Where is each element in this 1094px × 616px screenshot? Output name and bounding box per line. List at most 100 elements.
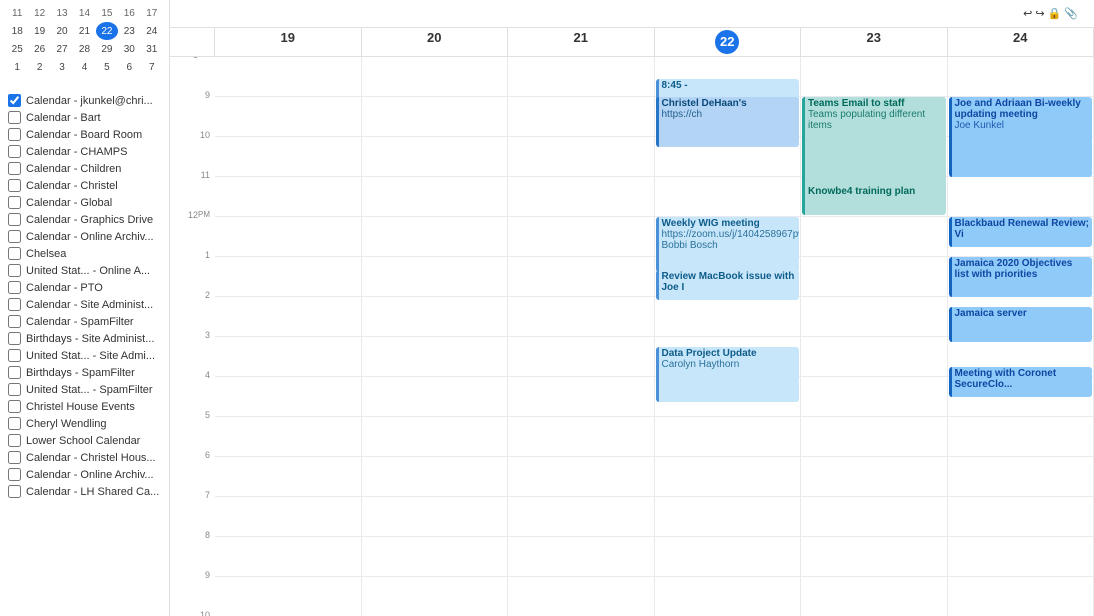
mini-cal-day[interactable]: 19: [28, 22, 50, 40]
calendar-checkbox[interactable]: [8, 468, 21, 481]
calendar-checkbox[interactable]: [8, 247, 21, 260]
hour-cell[interactable]: [508, 537, 654, 577]
hour-cell[interactable]: [655, 457, 801, 497]
calendar-item[interactable]: United Stat... - SpamFilter: [0, 381, 169, 398]
hour-cell[interactable]: [801, 297, 947, 337]
hour-cell[interactable]: [362, 377, 508, 417]
calendar-item[interactable]: Chelsea: [0, 245, 169, 262]
hour-cell[interactable]: [362, 337, 508, 377]
hour-cell[interactable]: [801, 377, 947, 417]
calendar-checkbox[interactable]: [8, 128, 21, 141]
hour-cell[interactable]: [215, 537, 361, 577]
calendar-checkbox[interactable]: [8, 298, 21, 311]
hour-cell[interactable]: [508, 97, 654, 137]
day-header-cell[interactable]: 23: [801, 28, 948, 56]
hour-cell[interactable]: [215, 497, 361, 537]
calendar-item[interactable]: Calendar - SpamFilter: [0, 313, 169, 330]
hour-cell[interactable]: [362, 457, 508, 497]
calendar-checkbox[interactable]: [8, 213, 21, 226]
calendar-checkbox[interactable]: [8, 196, 21, 209]
hour-cell[interactable]: [215, 57, 361, 97]
calendar-checkbox[interactable]: [8, 94, 21, 107]
calendar-item[interactable]: Calendar - Board Room: [0, 126, 169, 143]
hour-cell[interactable]: [508, 497, 654, 537]
hour-cell[interactable]: [948, 537, 1094, 577]
calendar-checkbox[interactable]: [8, 417, 21, 430]
mini-cal-day[interactable]: 21: [73, 22, 95, 40]
mini-cal-day[interactable]: 3: [51, 58, 73, 76]
calendar-event[interactable]: Christel DeHaan'shttps://ch: [656, 97, 800, 147]
hour-cell[interactable]: [508, 377, 654, 417]
hour-cell[interactable]: [508, 257, 654, 297]
calendar-event[interactable]: Teams Email to staffTeams populating dif…: [802, 97, 946, 192]
mini-cal-day[interactable]: 27: [51, 40, 73, 58]
calendar-event[interactable]: Weekly WIG meetinghttps://zoom.us/j/1404…: [656, 217, 800, 272]
calendar-checkbox[interactable]: [8, 162, 21, 175]
calendar-item[interactable]: Calendar - Site Administ...: [0, 296, 169, 313]
hour-cell[interactable]: [655, 537, 801, 577]
day-header-cell[interactable]: 24: [948, 28, 1094, 56]
calendar-event[interactable]: Data Project UpdateCarolyn Haythorn: [656, 347, 800, 402]
calendar-checkbox[interactable]: [8, 349, 21, 362]
mini-cal-day[interactable]: 2: [28, 58, 50, 76]
hour-cell[interactable]: [508, 57, 654, 97]
mini-cal-day[interactable]: 23: [118, 22, 140, 40]
hour-cell[interactable]: [655, 177, 801, 217]
reply-icon[interactable]: ↩: [1023, 7, 1032, 20]
mini-cal-day[interactable]: 4: [73, 58, 95, 76]
calendar-item[interactable]: Calendar - jkunkel@chri...: [0, 92, 169, 109]
mini-cal-day[interactable]: 26: [28, 40, 50, 58]
day-header-cell[interactable]: 22: [655, 28, 802, 56]
hour-cell[interactable]: [948, 497, 1094, 537]
mini-cal-day[interactable]: 29: [96, 40, 118, 58]
hour-cell[interactable]: [508, 457, 654, 497]
hour-cell[interactable]: [948, 417, 1094, 457]
hour-cell[interactable]: [948, 177, 1094, 217]
mini-cal-day[interactable]: 18: [6, 22, 28, 40]
mini-cal-day[interactable]: 31: [141, 40, 163, 58]
mini-cal-day[interactable]: 28: [73, 40, 95, 58]
hour-cell[interactable]: [801, 417, 947, 457]
calendar-checkbox[interactable]: [8, 366, 21, 379]
hour-cell[interactable]: [362, 177, 508, 217]
calendar-event[interactable]: Blackbaud Renewal Review; Vi: [949, 217, 1093, 247]
mini-cal-day[interactable]: 1: [6, 58, 28, 76]
calendar-event[interactable]: Jamaica server: [949, 307, 1093, 342]
mini-cal-day[interactable]: 25: [6, 40, 28, 58]
hour-cell[interactable]: [362, 257, 508, 297]
calendar-item[interactable]: Calendar - PTO: [0, 279, 169, 296]
hour-cell[interactable]: [215, 217, 361, 257]
hour-cell[interactable]: [508, 577, 654, 616]
hour-cell[interactable]: [948, 577, 1094, 616]
calendar-checkbox[interactable]: [8, 145, 21, 158]
forward-icon[interactable]: ↪: [1035, 7, 1044, 20]
calendar-item[interactable]: Calendar - Online Archiv...: [0, 466, 169, 483]
calendar-event[interactable]: Joe and Adriaan Bi-weekly updating meeti…: [949, 97, 1093, 177]
calendar-event[interactable]: Review MacBook issue with Joe I: [656, 270, 800, 300]
calendar-checkbox[interactable]: [8, 434, 21, 447]
mini-cal-day[interactable]: 30: [118, 40, 140, 58]
calendar-item[interactable]: Calendar - CHAMPS: [0, 143, 169, 160]
mini-cal-day[interactable]: 24: [141, 22, 163, 40]
hour-cell[interactable]: [215, 97, 361, 137]
mini-cal-day[interactable]: 20: [51, 22, 73, 40]
hour-cell[interactable]: [362, 137, 508, 177]
hour-cell[interactable]: [948, 457, 1094, 497]
calendar-checkbox[interactable]: [8, 264, 21, 277]
hour-cell[interactable]: [508, 297, 654, 337]
hour-cell[interactable]: [948, 57, 1094, 97]
hour-cell[interactable]: [655, 497, 801, 537]
hour-cell[interactable]: [362, 97, 508, 137]
calendar-checkbox[interactable]: [8, 485, 21, 498]
time-grid-scroll[interactable]: 8AM9101112PM12345678910 8:45 -Christel D…: [170, 57, 1094, 616]
hour-cell[interactable]: [801, 217, 947, 257]
hour-cell[interactable]: [215, 177, 361, 217]
hour-cell[interactable]: [362, 217, 508, 257]
hour-cell[interactable]: [362, 57, 508, 97]
hour-cell[interactable]: [801, 577, 947, 616]
calendar-checkbox[interactable]: [8, 179, 21, 192]
calendar-item[interactable]: Calendar - Online Archiv...: [0, 228, 169, 245]
calendar-item[interactable]: Calendar - Christel Hous...: [0, 449, 169, 466]
calendar-checkbox[interactable]: [8, 230, 21, 243]
calendar-item[interactable]: Lower School Calendar: [0, 432, 169, 449]
